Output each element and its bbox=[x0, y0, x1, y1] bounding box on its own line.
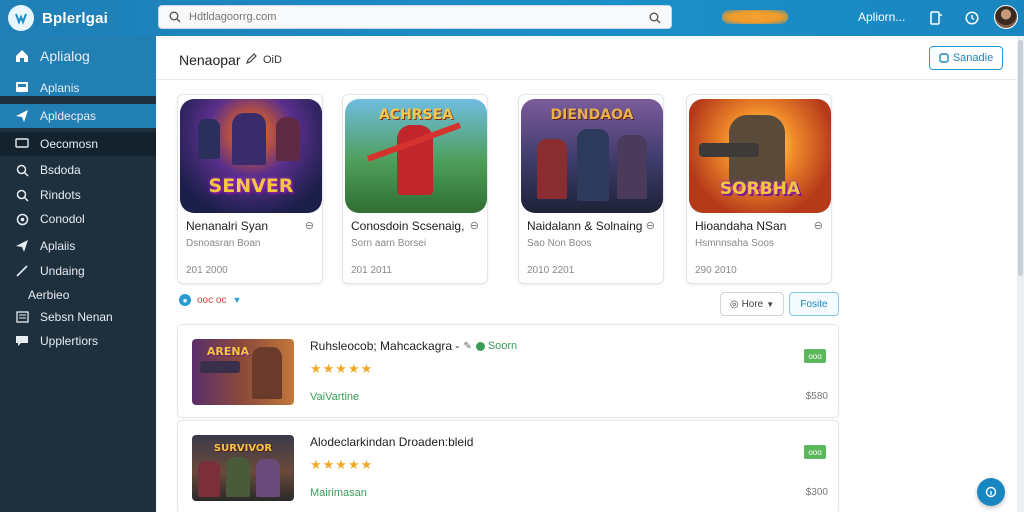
notification-icon[interactable] bbox=[926, 8, 946, 28]
page-header: Nenaopar OiD Sanadie bbox=[157, 36, 1017, 80]
promo-pill[interactable] bbox=[722, 10, 788, 24]
avatar[interactable] bbox=[994, 5, 1018, 29]
game-card-image: DIENDAOA bbox=[521, 99, 663, 213]
sort-icon: ◎ bbox=[729, 298, 739, 310]
user-menu-label[interactable]: Apliorn... bbox=[858, 10, 905, 24]
edit-icon[interactable]: ✎ bbox=[463, 341, 471, 352]
header-action-button[interactable]: Sanadie bbox=[929, 46, 1003, 70]
comment-icon bbox=[14, 333, 30, 349]
sidebar: Aplialog Aplanis Apldecpas Oecomosn Bsdo… bbox=[0, 36, 156, 512]
sidebar-item-aplaiis[interactable]: Aplaiis bbox=[0, 234, 156, 258]
home-icon bbox=[14, 48, 30, 64]
page-title: Nenaopar bbox=[179, 52, 241, 68]
search-icon bbox=[14, 187, 30, 203]
sidebar-item-apldecpas[interactable]: Apldecpas bbox=[0, 104, 156, 128]
search-input[interactable] bbox=[189, 11, 649, 23]
game-card[interactable]: ACHRSEA Conosdoin Scsenaig, ⊖ Sorn aarn … bbox=[342, 94, 488, 284]
sidebar-item-upplertiors[interactable]: Upplertiors bbox=[0, 329, 156, 353]
pen-icon bbox=[14, 263, 30, 279]
rating-stars: ★★★★★ bbox=[310, 361, 374, 376]
help-button[interactable] bbox=[977, 478, 1005, 506]
more-icon[interactable]: ⊖ bbox=[470, 219, 479, 232]
more-icon[interactable]: ⊖ bbox=[646, 219, 655, 232]
help-icon bbox=[985, 486, 997, 498]
search-icon bbox=[14, 162, 30, 178]
rating-stars: ★★★★★ bbox=[310, 457, 374, 472]
top-bar: Bplerlgai Apliorn... bbox=[0, 0, 1024, 36]
search-button-icon[interactable] bbox=[649, 11, 661, 29]
send-icon bbox=[14, 108, 30, 124]
game-card-image: SORBHA bbox=[689, 99, 831, 213]
verified-icon bbox=[475, 341, 485, 351]
sidebar-item-aplanis[interactable]: Aplanis bbox=[0, 76, 156, 100]
more-icon[interactable]: ⊖ bbox=[305, 219, 314, 232]
settings-icon bbox=[14, 211, 30, 227]
search-icon bbox=[169, 11, 181, 23]
chevron-down-icon: ▼ bbox=[766, 299, 775, 309]
list-icon bbox=[14, 309, 30, 325]
game-card[interactable]: DIENDAOA Naidalann & Solnaing ⊖ Sao Non … bbox=[518, 94, 664, 284]
sidebar-item-conodol[interactable]: Conodol bbox=[0, 207, 156, 231]
page-subtitle: OiD bbox=[263, 54, 282, 66]
sidebar-item-bsdoda[interactable]: Bsdoda bbox=[0, 158, 156, 182]
search-bar[interactable] bbox=[158, 5, 672, 29]
brand-logo-icon bbox=[8, 5, 34, 31]
edit-icon[interactable] bbox=[245, 52, 257, 70]
chevron-down-icon: ▼ bbox=[232, 295, 242, 305]
filter-row[interactable]: ● ooc oc ▼ bbox=[179, 294, 241, 306]
list-item-image: ARENA bbox=[192, 339, 294, 405]
send-icon bbox=[14, 238, 30, 254]
status-badge: ooo bbox=[804, 349, 826, 363]
filter-icon: ● bbox=[179, 294, 191, 306]
more-icon[interactable]: ⊖ bbox=[814, 219, 823, 232]
game-card[interactable]: SORBHA Hioandaha NSan ⊖ Hsmnnsaha Soos 2… bbox=[686, 94, 832, 284]
game-card-image: ACHRSEA bbox=[345, 99, 487, 213]
game-card-image: SENVER bbox=[180, 99, 322, 213]
list-item[interactable]: ARENA Ruhsleocob; Mahcackagra - ✎ Soorn … bbox=[177, 324, 839, 418]
status-badge: ooo bbox=[804, 445, 826, 459]
brand[interactable]: Bplerlgai bbox=[8, 5, 108, 31]
circle-icon bbox=[939, 53, 949, 63]
main-content: Nenaopar OiD Sanadie SENVER Nenanalri Sy… bbox=[157, 36, 1017, 512]
sidebar-item-oecomosn[interactable]: Oecomosn bbox=[0, 132, 156, 156]
clock-icon[interactable] bbox=[962, 8, 982, 28]
sidebar-item-aerbieo[interactable]: Aerbieo bbox=[0, 283, 156, 307]
scrollbar-thumb[interactable] bbox=[1018, 40, 1023, 276]
list-item-image: SURVIVOR bbox=[192, 435, 294, 501]
brand-name: Bplerlgai bbox=[42, 9, 108, 27]
filter-button[interactable]: Fosite bbox=[789, 292, 839, 316]
sidebar-item-rindots[interactable]: Rindots bbox=[0, 183, 156, 207]
chat-icon bbox=[14, 136, 30, 152]
sort-button[interactable]: ◎ Hore ▼ bbox=[720, 292, 784, 316]
sidebar-item-undaing[interactable]: Undaing bbox=[0, 259, 156, 283]
sidebar-item-sebsn-nenan[interactable]: Sebsn Nenan bbox=[0, 305, 156, 329]
game-card[interactable]: SENVER Nenanalri Syan ⊖ Dsnoasran Boan 2… bbox=[177, 94, 323, 284]
list-item[interactable]: SURVIVOR Alodeclarkindan Droaden:bleid ★… bbox=[177, 420, 839, 512]
